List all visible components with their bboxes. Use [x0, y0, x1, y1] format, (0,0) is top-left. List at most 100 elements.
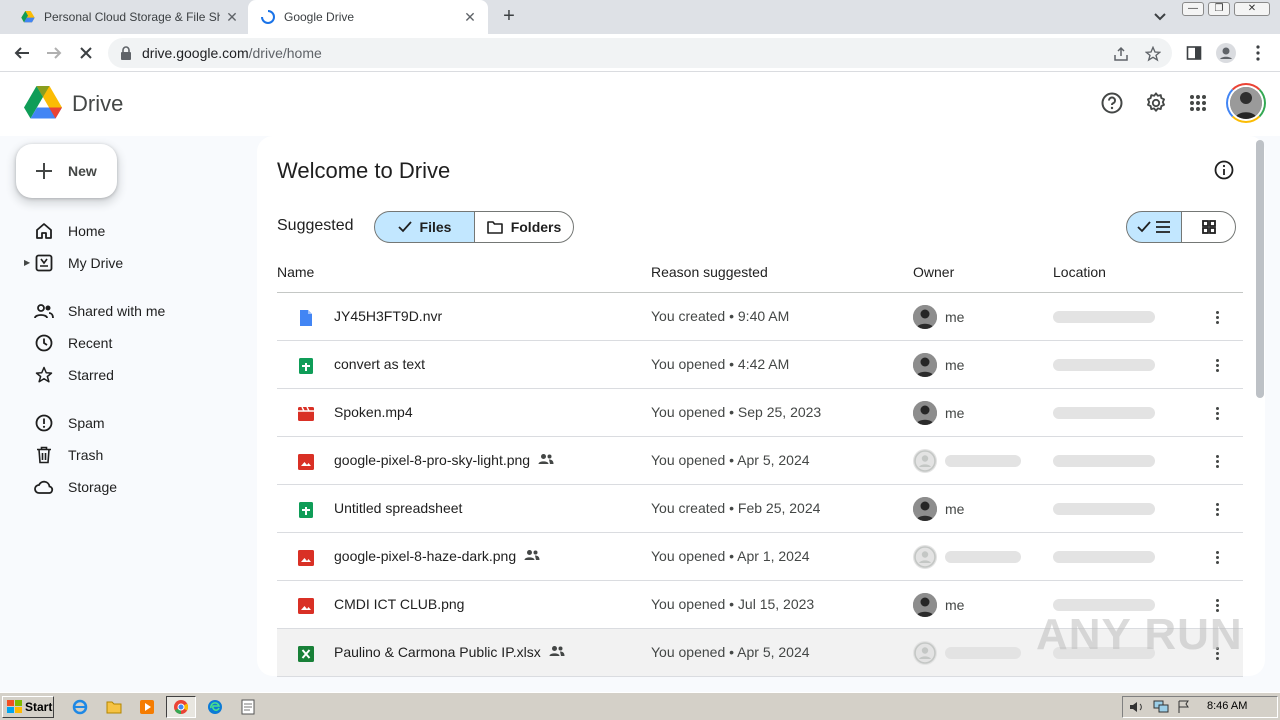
- file-name[interactable]: CMDI ICT CLUB.png: [334, 596, 464, 612]
- browser-tab-inactive[interactable]: Personal Cloud Storage & File Sharing ✕: [0, 0, 246, 34]
- more-actions-icon[interactable]: [1207, 451, 1227, 471]
- address-bar[interactable]: drive.google.com/drive/home: [108, 38, 1172, 68]
- reason-suggested: You opened • Sep 25, 2023: [651, 404, 822, 420]
- file-name-text: convert as text: [334, 356, 426, 372]
- location-loading-skeleton: [1053, 551, 1155, 563]
- sidebar-item-trash[interactable]: Trash: [24, 441, 244, 469]
- owner-cell: [913, 641, 1021, 665]
- column-header-name[interactable]: Name: [277, 264, 314, 280]
- new-button[interactable]: New: [16, 144, 117, 198]
- sidebar-item-shared-with-me[interactable]: Shared with me: [24, 297, 244, 325]
- back-icon[interactable]: [10, 41, 34, 65]
- spam-icon: [34, 413, 54, 433]
- file-name-text: google-pixel-8-haze-dark.png: [334, 548, 517, 564]
- google-drive-logo[interactable]: [24, 85, 62, 119]
- profile-icon[interactable]: [1214, 41, 1238, 65]
- file-name[interactable]: Untitled spreadsheet: [334, 500, 462, 516]
- info-icon[interactable]: [1213, 159, 1235, 181]
- file-name[interactable]: convert as text: [334, 356, 425, 372]
- account-avatar[interactable]: [1226, 83, 1266, 123]
- bookmark-star-icon[interactable]: [1144, 45, 1162, 63]
- new-tab-icon[interactable]: +: [498, 6, 520, 28]
- more-actions-icon[interactable]: [1207, 547, 1227, 567]
- more-actions-icon[interactable]: [1207, 307, 1227, 327]
- owner-loading-skeleton: [945, 647, 1021, 659]
- forward-icon[interactable]: [42, 41, 66, 65]
- sidebar-item-starred[interactable]: Starred: [24, 361, 244, 389]
- notepad-icon[interactable]: [238, 697, 258, 717]
- close-tab-icon[interactable]: ✕: [462, 9, 478, 25]
- file-name[interactable]: JY45H3FT9D.nvr: [334, 308, 442, 324]
- spreadsheet-file-icon: [297, 357, 315, 375]
- folder-icon: [486, 221, 503, 234]
- scrollbar[interactable]: [1256, 140, 1264, 398]
- start-label: Start: [25, 700, 53, 714]
- browser-menu-icon[interactable]: [1246, 41, 1270, 65]
- watermark: ANY RUN: [1036, 610, 1243, 659]
- location-loading-skeleton: [1053, 455, 1155, 467]
- chrome-taskbar-icon[interactable]: [166, 696, 196, 718]
- file-name[interactable]: Paulino & Carmona Public IP.xlsx: [334, 644, 565, 660]
- taskbar-clock[interactable]: 8:46 AM: [1207, 700, 1247, 712]
- file-name[interactable]: Spoken.mp4: [334, 404, 413, 420]
- file-name[interactable]: google-pixel-8-pro-sky-light.png: [334, 452, 554, 468]
- sidebar-item-label: My Drive: [68, 255, 124, 271]
- owner-avatar-placeholder: [913, 545, 937, 569]
- filter-files-chip[interactable]: Files: [374, 211, 475, 243]
- more-actions-icon[interactable]: [1207, 355, 1227, 375]
- file-name-text: CMDI ICT CLUB.png: [334, 596, 465, 612]
- file-name-text: Untitled spreadsheet: [334, 500, 463, 516]
- list-view-toggle[interactable]: [1126, 211, 1182, 243]
- minimize-window-icon[interactable]: —: [1182, 2, 1204, 16]
- start-button[interactable]: Start: [2, 696, 54, 718]
- sidebar-item-label: Home: [68, 223, 106, 239]
- flag-icon[interactable]: [1177, 700, 1191, 714]
- stop-loading-icon[interactable]: [74, 41, 98, 65]
- browser-tab-active[interactable]: Google Drive ✕: [248, 0, 488, 34]
- filter-folders-chip[interactable]: Folders: [474, 211, 574, 243]
- owner-avatar: [913, 305, 937, 329]
- system-tray: [1122, 696, 1278, 718]
- more-actions-icon[interactable]: [1207, 403, 1227, 423]
- restore-window-icon[interactable]: ❐: [1208, 2, 1230, 16]
- excel-file-icon: [297, 645, 315, 663]
- table-row[interactable]: Spoken.mp4 You opened • Sep 25, 2023 me: [277, 389, 1243, 437]
- table-row[interactable]: Untitled spreadsheet You created • Feb 25…: [277, 485, 1243, 533]
- file-explorer-icon[interactable]: [104, 697, 124, 717]
- settings-gear-icon[interactable]: [1143, 90, 1169, 116]
- edge-icon[interactable]: [205, 697, 225, 717]
- shared-people-icon: [538, 452, 554, 468]
- file-name[interactable]: google-pixel-8-haze-dark.png: [334, 548, 540, 564]
- media-player-icon[interactable]: [137, 697, 157, 717]
- owner-cell: me: [913, 497, 964, 521]
- volume-icon[interactable]: [1129, 700, 1145, 714]
- more-actions-icon[interactable]: [1207, 499, 1227, 519]
- owner-loading-skeleton: [945, 551, 1021, 563]
- table-row[interactable]: google-pixel-8-haze-dark.png You opened •…: [277, 533, 1243, 581]
- table-row[interactable]: JY45H3FT9D.nvr You created • 9:40 AM me: [277, 293, 1243, 341]
- table-row[interactable]: google-pixel-8-pro-sky-light.png You open…: [277, 437, 1243, 485]
- sidebar-item-storage[interactable]: Storage: [24, 473, 244, 501]
- video-file-icon: [297, 405, 315, 423]
- app-brand-name[interactable]: Drive: [72, 91, 123, 117]
- side-panel-icon[interactable]: [1182, 41, 1206, 65]
- sidebar-item-recent[interactable]: Recent: [24, 329, 244, 357]
- tab-search-chevron-icon[interactable]: [1150, 8, 1170, 26]
- owner-cell: me: [913, 353, 964, 377]
- sidebar-item-my-drive[interactable]: My Drive: [24, 249, 244, 277]
- sidebar-item-spam[interactable]: Spam: [24, 409, 244, 437]
- trash-icon: [34, 445, 54, 465]
- location-loading-skeleton: [1053, 503, 1155, 515]
- close-tab-icon[interactable]: ✕: [224, 9, 240, 25]
- file-name-text: google-pixel-8-pro-sky-light.png: [334, 452, 531, 468]
- help-icon[interactable]: [1099, 90, 1125, 116]
- grid-view-toggle[interactable]: [1181, 211, 1236, 243]
- apps-grid-icon[interactable]: [1185, 90, 1211, 116]
- table-row[interactable]: convert as text You opened • 4:42 AM me: [277, 341, 1243, 389]
- share-page-icon[interactable]: [1112, 45, 1130, 63]
- network-icon[interactable]: [1153, 700, 1169, 714]
- close-window-icon[interactable]: ✕: [1234, 2, 1270, 16]
- star-icon: [34, 365, 54, 385]
- internet-explorer-icon[interactable]: [70, 697, 90, 717]
- sidebar-item-home[interactable]: Home: [24, 217, 244, 245]
